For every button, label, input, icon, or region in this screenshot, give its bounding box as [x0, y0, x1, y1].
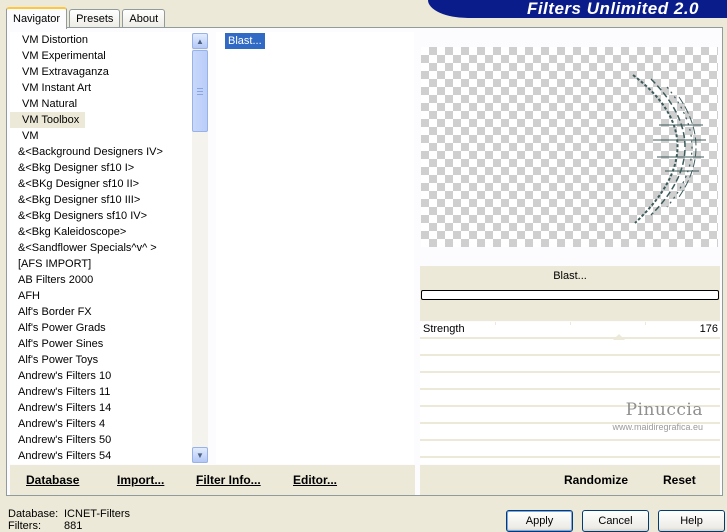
category-item[interactable]: &<Sandflower Specials^v^ > [10, 240, 208, 256]
watermark-name: Pinuccia [625, 400, 703, 420]
status-filters-label: Filters: [8, 520, 41, 532]
status-database-value: ICNET-Filters [64, 508, 130, 520]
category-item[interactable]: Alf's Power Sines [10, 336, 208, 352]
reset-button[interactable]: Reset [663, 473, 696, 487]
category-item[interactable]: Alf's Border FX [10, 304, 208, 320]
category-item[interactable]: &<Bkg Designer sf10 I> [10, 160, 208, 176]
parameter-sliders: Strength 176 [420, 322, 720, 464]
category-item[interactable]: Alf's Power Toys [10, 352, 208, 368]
slider-value: 176 [699, 323, 718, 335]
title-banner: Filters Unlimited 2.0 [428, 0, 727, 18]
status-database-label: Database: [8, 508, 59, 520]
category-item[interactable]: &<Bkg Kaleidoscope> [10, 224, 208, 240]
category-item[interactable]: VM [10, 128, 208, 144]
tab-about[interactable]: About [122, 9, 166, 28]
editor-button[interactable]: Editor... [293, 473, 337, 487]
category-item[interactable]: VM Experimental [10, 48, 208, 64]
chevron-up-icon: ▲ [196, 36, 204, 46]
slider-strength[interactable]: Strength 176 [420, 322, 720, 340]
category-item[interactable]: VM Natural [10, 96, 208, 112]
category-item[interactable]: &<Background Designers IV> [10, 144, 208, 160]
preview-image [421, 47, 718, 247]
watermark-url: www.maidiregrafica.eu [612, 422, 703, 432]
category-item[interactable]: [AFS IMPORT] [10, 256, 208, 272]
progress-bar [421, 290, 719, 300]
slider-empty[interactable] [420, 373, 720, 390]
category-item[interactable]: &<Bkg Designer sf10 III> [10, 192, 208, 208]
category-item[interactable]: AFH [10, 288, 208, 304]
slider-empty[interactable] [420, 441, 720, 458]
category-item[interactable]: Andrew's Filters 14 [10, 400, 208, 416]
scroll-thumb[interactable] [192, 50, 208, 132]
filter-list[interactable]: Blast... [216, 32, 414, 464]
database-button[interactable]: Database [26, 473, 79, 487]
category-item[interactable]: VM Distortion [10, 32, 208, 48]
bottom-right-toolbar: Randomize Reset [420, 465, 720, 495]
category-item[interactable]: &<BKg Designer sf10 II> [10, 176, 208, 192]
category-item[interactable]: Andrew's Filters 11 [10, 384, 208, 400]
tab-bar: Navigator Presets About [6, 6, 167, 29]
filter-item-blast[interactable]: Blast... [225, 33, 265, 49]
grip-icon [197, 87, 203, 95]
tab-navigator[interactable]: Navigator [6, 7, 68, 29]
category-scrollbar[interactable]: ▲ ▼ [192, 33, 208, 463]
slider-tick [570, 322, 571, 325]
slider-empty[interactable] [420, 339, 720, 356]
category-item[interactable]: Andrew's Filters 4 [10, 416, 208, 432]
slider-tick [495, 322, 496, 325]
category-item[interactable]: VM Extravaganza [10, 64, 208, 80]
category-item[interactable]: AB Filters 2000 [10, 272, 208, 288]
watermark: Pinuccia www.maidiregrafica.eu [612, 400, 703, 432]
scroll-down-button[interactable]: ▼ [192, 447, 208, 463]
status-filters-value: 881 [64, 520, 83, 532]
bottom-left-toolbar: Database Import... Filter Info... Editor… [10, 465, 415, 495]
chevron-down-icon: ▼ [196, 450, 204, 460]
preview-effect-graphic [632, 74, 706, 224]
filter-info-button[interactable]: Filter Info... [196, 473, 261, 487]
category-item[interactable]: Andrew's Filters 10 [10, 368, 208, 384]
randomize-button[interactable]: Randomize [564, 473, 628, 487]
slider-label: Strength [423, 323, 465, 335]
slider-tick [645, 322, 646, 325]
slider-empty[interactable] [420, 356, 720, 373]
category-item[interactable]: Alf's Power Grads [10, 320, 208, 336]
category-item[interactable]: Andrew's Filters 50 [10, 432, 208, 448]
category-item[interactable]: &<Bkg Designers sf10 IV> [10, 208, 208, 224]
import-button[interactable]: Import... [117, 473, 164, 487]
category-item[interactable]: Andrew's Filters 54 [10, 448, 208, 464]
category-item[interactable]: VM Toolbox [10, 112, 86, 128]
scroll-up-button[interactable]: ▲ [192, 33, 208, 49]
tab-presets[interactable]: Presets [69, 9, 121, 28]
category-item[interactable]: VM Instant Art [10, 80, 208, 96]
status-info: Database: ICNET-Filters Filters: 881 [8, 508, 130, 532]
category-list[interactable]: VM Distortion VM Experimental VM Extravaga… [10, 32, 208, 464]
current-filter-name: Blast... [553, 270, 587, 282]
